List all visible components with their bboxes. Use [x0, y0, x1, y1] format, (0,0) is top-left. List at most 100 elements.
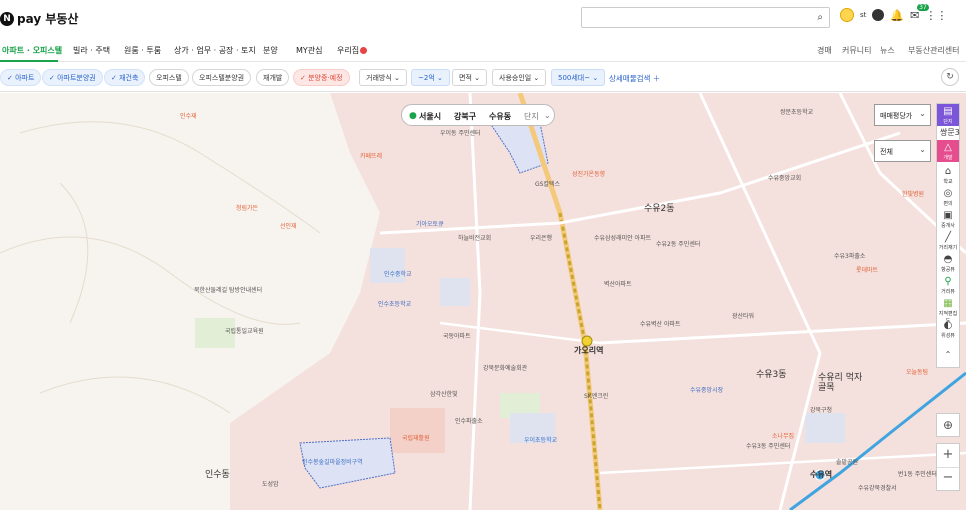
map-label-poi[interactable]: 국동아파트 — [443, 331, 471, 340]
map-label-poi[interactable]: 오늘동팀 — [906, 367, 928, 376]
zoom-out-button[interactable]: − — [937, 468, 959, 491]
map-label-poi[interactable]: GS칼텍스 — [535, 179, 560, 188]
map-label-poi[interactable]: 수유3동 주민센터 — [746, 441, 790, 450]
map-label-poi[interactable]: 우이동 주민센터 — [440, 128, 481, 137]
refresh-icon[interactable]: ↻ — [941, 68, 959, 86]
map-label-poi[interactable]: 국립통일교육원 — [225, 326, 264, 335]
map-label-poi[interactable]: 북한산둘레길 탐방안내센터 — [194, 285, 262, 294]
mail-icon[interactable]: ✉ 37 — [910, 3, 929, 22]
map-label-poi[interactable]: 강북구청 — [810, 405, 832, 414]
map-label-poi[interactable]: 솔밭공원 — [836, 457, 858, 466]
user-name[interactable]: st — [860, 11, 866, 19]
chip-apartment[interactable]: ✓ 아파트 — [0, 69, 42, 86]
map-label-poi[interactable]: SK엔크린 — [584, 391, 608, 400]
map-label-poi[interactable]: 벽산아파트 — [604, 279, 632, 288]
chip-officetel-presale[interactable]: 오피스텔분양권 — [192, 69, 252, 86]
map-label-station[interactable]: 가오리역 — [574, 345, 603, 356]
search-icon[interactable]: ⌕ — [817, 12, 823, 23]
map-label-poi[interactable]: 광산타워 — [732, 311, 754, 320]
map-label-poi[interactable]: 수유2동 주민센터 — [656, 239, 700, 248]
map-label-poi[interactable]: 수유강북경찰서 — [858, 483, 897, 492]
nav-villa[interactable]: 빌라 · 주택 — [73, 45, 110, 56]
chip-apartment-presale[interactable]: ✓ 아파트분양권 — [42, 69, 103, 86]
map-label-poi[interactable]: 수유벽산 아파트 — [640, 319, 681, 328]
nav-presale[interactable]: 분양 — [263, 45, 278, 56]
nav-apartment[interactable]: 아파트 · 오피스텔 — [2, 45, 62, 56]
detail-search-link[interactable]: 상세매물검색 ＋ — [609, 73, 660, 84]
nav-community[interactable]: 커뮤니티 — [842, 45, 871, 56]
map-label-poi[interactable]: 인수재 — [180, 111, 197, 120]
tool-development[interactable]: △ 개발 — [937, 140, 959, 162]
map-label-poi[interactable]: 한빛병원 — [902, 189, 924, 198]
map-label-poi[interactable]: 카페뜨레 — [360, 151, 382, 160]
map-label-poi[interactable]: 강북문화예술회관 — [483, 363, 527, 372]
zoom-in-button[interactable]: + — [937, 444, 959, 468]
map-label-poi[interactable]: 인수파출소 — [455, 416, 483, 425]
select-trade-type[interactable]: 거래방식 ⌄ — [359, 69, 407, 86]
loc-city[interactable]: 서울시 — [419, 111, 441, 122]
price-type-select[interactable]: 매매평당가 ⌄ — [874, 104, 931, 126]
nav-oneroom[interactable]: 원룸 · 투룸 — [124, 45, 161, 56]
map-label-poi[interactable]: 선인재 — [280, 221, 297, 230]
tool-complex[interactable]: ▤ 단지 — [937, 104, 959, 126]
chip-presale-scheduled[interactable]: ✓ 분양중·예정 — [293, 69, 350, 86]
search-input[interactable]: ⌕ — [581, 7, 830, 28]
tool-aerial[interactable]: ◓ 항공뷰 — [937, 254, 959, 273]
chip-reconstruction[interactable]: ✓ 재건축 — [104, 69, 146, 86]
tool-agent[interactable]: ▣ 중개사 — [937, 210, 959, 229]
map-label-poi[interactable]: 국립재활원 — [402, 433, 430, 442]
map-label-poi[interactable]: 수유중앙시장 — [690, 385, 723, 394]
map-label-poi[interactable]: 쌍문초등학교 — [780, 107, 813, 116]
bell-icon[interactable]: 🔔 — [890, 9, 904, 22]
period-select[interactable]: 전체 ⌄ — [874, 140, 931, 162]
map-label-poi[interactable]: 인수중학교 — [384, 269, 412, 278]
tool-street[interactable]: ⚲ 거리뷰 — [937, 276, 959, 295]
map-label-poi[interactable]: 롯데마트 — [856, 265, 878, 274]
map-label-poi[interactable]: 수유3파출소 — [834, 251, 865, 260]
select-area[interactable]: 면적 ⌄ — [452, 69, 487, 86]
logo[interactable]: N pay 부동산 — [0, 10, 78, 27]
map-label-poi[interactable]: 우리은행 — [530, 233, 552, 242]
select-price[interactable]: ~2억 ⌄ — [411, 69, 450, 86]
map-label-poi[interactable]: 기아오토큐 — [416, 219, 444, 228]
map-view[interactable]: ● 서울시 강북구 수유동 단지 ⌄ 매매평당가 ⌄ 전체 ⌄ ▤ 단지 △ 개발 … — [0, 93, 966, 510]
map-label-poi[interactable]: 삼각산한빛 — [430, 389, 458, 398]
tool-measure[interactable]: ╱ 거리재기 — [937, 232, 959, 251]
ruler-icon: ╱ — [944, 232, 952, 243]
avatar[interactable] — [840, 8, 854, 22]
chat-icon[interactable] — [872, 9, 885, 21]
nav-my-home[interactable]: 우리집 — [337, 45, 368, 56]
nav-commercial[interactable]: 상가 · 업무 · 공장 · 토지 — [174, 45, 256, 56]
loc-district[interactable]: 강북구 — [454, 111, 476, 122]
map-label-station[interactable]: 수유역 — [810, 469, 832, 480]
tool-school[interactable]: ⌂ 학교 — [937, 166, 959, 185]
tool-satellite[interactable]: ◐ 위성뷰 — [937, 320, 959, 339]
map-label-poi[interactable]: 하늘비전교회 — [458, 233, 491, 242]
map-label-poi[interactable]: 청림가든 — [236, 203, 258, 212]
chip-officetel[interactable]: 오피스텔 — [149, 69, 189, 86]
map-label-poi[interactable]: 도성암 — [262, 479, 279, 488]
select-households[interactable]: 500세대~ ⌄ — [551, 69, 606, 86]
loc-complex[interactable]: 단지 — [524, 111, 539, 122]
nav-realtor-center[interactable]: 부동산관리센터 — [908, 45, 960, 56]
locate-icon[interactable]: ⊕ — [936, 413, 960, 437]
map-label-poi[interactable]: 성진가온동향 — [572, 169, 605, 178]
map-label-zone[interactable]: 인수봉숲길마을정비구역 — [302, 457, 363, 466]
nav-my-interest[interactable]: MY관심 — [296, 45, 323, 56]
loc-chevron-icon[interactable]: ⌄ — [544, 111, 551, 120]
map-label-poi[interactable]: 번1동 주민센터 — [898, 469, 937, 478]
select-approval-date[interactable]: 사용승인일 ⌄ — [492, 69, 547, 86]
location-panel[interactable]: ● 서울시 강북구 수유동 단지 ⌄ — [401, 104, 555, 126]
map-label-poi[interactable]: 소나무집 — [772, 431, 794, 440]
nav-auction[interactable]: 경매 — [817, 45, 832, 56]
loc-dong[interactable]: 수유동 — [489, 111, 511, 122]
nav-news[interactable]: 뉴스 — [880, 45, 895, 56]
map-label-poi[interactable]: 수유중앙교회 — [768, 173, 801, 182]
collapse-icon[interactable]: ⌃ — [937, 350, 959, 359]
map-label-poi[interactable]: 우이초등학교 — [524, 435, 557, 444]
tool-convenience[interactable]: ◎ 편의 — [937, 188, 959, 207]
grid-menu-icon[interactable]: ⋮⋮ — [925, 9, 947, 22]
map-label-poi[interactable]: 수유삼성래미안 아파트 — [594, 233, 651, 242]
map-label-poi[interactable]: 인수초등학교 — [378, 299, 411, 308]
chip-redevelopment[interactable]: 재개발 — [256, 69, 290, 86]
